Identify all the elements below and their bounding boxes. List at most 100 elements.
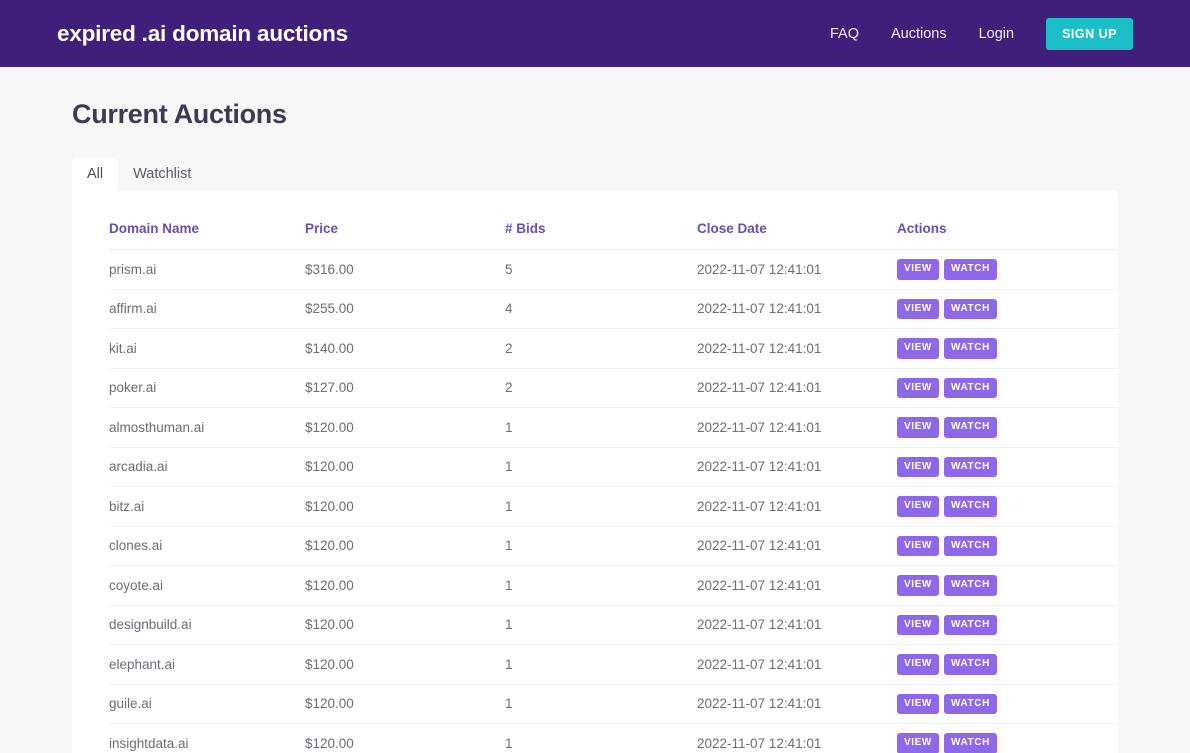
watch-button[interactable]: WATCH [943,298,997,319]
row-actions: VIEW WATCH [897,456,1117,477]
cell-price: $120.00 [305,486,505,527]
watch-button[interactable]: WATCH [943,693,997,714]
view-button[interactable]: VIEW [897,456,939,477]
cell-close-date: 2022-11-07 12:41:01 [697,605,897,645]
brand-logo-text[interactable]: expired .ai domain auctions [57,21,348,47]
watch-button[interactable]: WATCH [943,575,997,596]
view-button[interactable]: VIEW [897,259,939,280]
view-button[interactable]: VIEW [897,377,939,398]
table-row: arcadia.ai $120.00 1 2022-11-07 12:41:01 VIE… [109,447,1117,487]
tab-all[interactable]: All [72,158,119,191]
cell-domain-name: guile.ai [109,684,305,724]
cell-close-date: 2022-11-07 12:41:01 [697,723,897,753]
table-row: guile.ai $120.00 1 2022-11-07 12:41:01 VIEW W… [109,684,1117,724]
cell-bids: 2 [505,328,697,369]
cell-price: $127.00 [305,368,505,408]
cell-bids: 1 [505,526,697,566]
row-actions: VIEW WATCH [897,733,1117,753]
row-actions: VIEW WATCH [897,417,1117,438]
view-button[interactable]: VIEW [897,654,939,675]
page-body: Current Auctions All Watchlist Domain Na… [0,67,1190,753]
auction-tabs: All Watchlist [57,130,1133,191]
watch-button[interactable]: WATCH [943,496,997,517]
watch-button[interactable]: WATCH [943,535,997,556]
cell-bids: 1 [505,644,697,685]
cell-price: $120.00 [305,526,505,566]
watch-button[interactable]: WATCH [943,259,997,280]
primary-navigation: FAQ Auctions Login SIGN UP [830,17,1133,50]
cell-domain-name: bitz.ai [109,486,305,527]
nav-link-login[interactable]: Login [979,26,1014,42]
column-header-domain-name[interactable]: Domain Name [109,191,305,250]
cell-actions: VIEW WATCH [897,407,1117,448]
cell-price: $120.00 [305,723,505,753]
watch-button[interactable]: WATCH [943,417,997,438]
cell-domain-name: almosthuman.ai [109,407,305,448]
cell-close-date: 2022-11-07 12:41:01 [697,289,897,329]
cell-domain-name: insightdata.ai [109,723,305,753]
watch-button[interactable]: WATCH [943,614,997,635]
site-header: expired .ai domain auctions FAQ Auctions… [0,0,1190,67]
cell-price: $120.00 [305,407,505,448]
row-actions: VIEW WATCH [897,614,1117,635]
cell-actions: VIEW WATCH [897,328,1117,369]
cell-bids: 1 [505,684,697,724]
view-button[interactable]: VIEW [897,693,939,714]
table-header: Domain Name Price # Bids Close Date Acti… [109,191,1117,250]
auctions-table: Domain Name Price # Bids Close Date Acti… [109,191,1117,753]
cell-price: $255.00 [305,289,505,329]
cell-bids: 5 [505,249,697,290]
column-header-close-date[interactable]: Close Date [697,191,897,250]
view-button[interactable]: VIEW [897,733,939,753]
cell-actions: VIEW WATCH [897,447,1117,487]
watch-button[interactable]: WATCH [943,456,997,477]
column-header-bids[interactable]: # Bids [505,191,697,250]
sign-up-button[interactable]: SIGN UP [1046,17,1133,50]
row-actions: VIEW WATCH [897,535,1117,556]
cell-close-date: 2022-11-07 12:41:01 [697,249,897,290]
view-button[interactable]: VIEW [897,417,939,438]
table-row: elephant.ai $120.00 1 2022-11-07 12:41:01 VI… [109,644,1117,685]
column-header-price[interactable]: Price [305,191,505,250]
auctions-card: Domain Name Price # Bids Close Date Acti… [72,191,1118,753]
nav-link-auctions[interactable]: Auctions [891,26,947,42]
watch-button[interactable]: WATCH [943,338,997,359]
cell-close-date: 2022-11-07 12:41:01 [697,368,897,408]
cell-bids: 2 [505,368,697,408]
table-row: clones.ai $120.00 1 2022-11-07 12:41:01 VIEW… [109,526,1117,566]
table-row: coyote.ai $120.00 1 2022-11-07 12:41:01 VIEW… [109,565,1117,606]
cell-close-date: 2022-11-07 12:41:01 [697,407,897,448]
cell-actions: VIEW WATCH [897,684,1117,724]
watch-button[interactable]: WATCH [943,733,997,753]
cell-close-date: 2022-11-07 12:41:01 [697,526,897,566]
view-button[interactable]: VIEW [897,575,939,596]
cell-domain-name: elephant.ai [109,644,305,685]
table-row: designbuild.ai $120.00 1 2022-11-07 12:41:0… [109,605,1117,645]
watch-button[interactable]: WATCH [943,377,997,398]
cell-bids: 1 [505,447,697,487]
view-button[interactable]: VIEW [897,298,939,319]
cell-actions: VIEW WATCH [897,723,1117,753]
table-row: affirm.ai $255.00 4 2022-11-07 12:41:01 VIEW… [109,289,1117,329]
table-body: prism.ai $316.00 5 2022-11-07 12:41:01 VIEW W… [109,249,1117,753]
cell-domain-name: poker.ai [109,368,305,408]
cell-bids: 1 [505,723,697,753]
nav-link-faq[interactable]: FAQ [830,26,859,42]
cell-close-date: 2022-11-07 12:41:01 [697,486,897,527]
watch-button[interactable]: WATCH [943,654,997,675]
cell-price: $120.00 [305,447,505,487]
cell-price: $120.00 [305,565,505,606]
view-button[interactable]: VIEW [897,614,939,635]
page-title: Current Auctions [72,99,287,129]
cell-domain-name: prism.ai [109,249,305,290]
cell-bids: 1 [505,605,697,645]
view-button[interactable]: VIEW [897,535,939,556]
view-button[interactable]: VIEW [897,338,939,359]
column-header-actions: Actions [897,191,1117,250]
cell-actions: VIEW WATCH [897,565,1117,606]
cell-bids: 4 [505,289,697,329]
table-row: almosthuman.ai $120.00 1 2022-11-07 12:41:0… [109,407,1117,448]
view-button[interactable]: VIEW [897,496,939,517]
cell-domain-name: designbuild.ai [109,605,305,645]
tab-watchlist[interactable]: Watchlist [118,158,206,191]
